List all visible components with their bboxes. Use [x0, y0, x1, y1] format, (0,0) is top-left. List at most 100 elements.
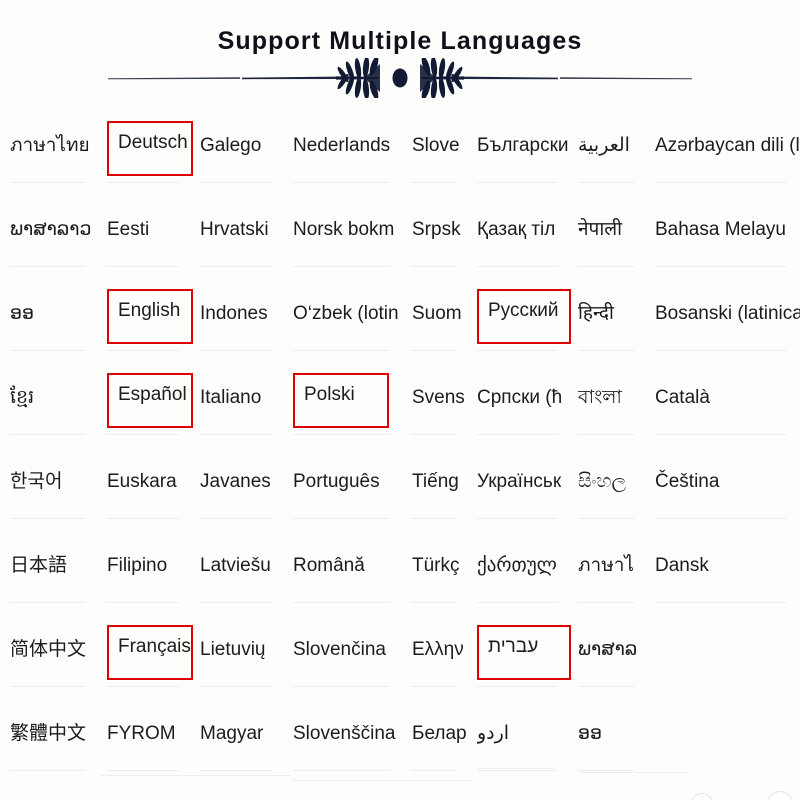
language-label: Српски (ћ [477, 387, 563, 408]
language-option[interactable]: Українськ [477, 448, 571, 532]
language-option[interactable]: Norsk bokm [293, 196, 403, 280]
language-selection-screen: Support Multiple Languages ภาษาไทย Deuts… [0, 0, 800, 800]
language-label: Nederlands [293, 135, 391, 156]
language-label: हिन्दी [578, 303, 614, 324]
language-option[interactable]: ქართულ [477, 532, 571, 616]
cell-separator [477, 518, 557, 519]
language-option[interactable]: Eesti [107, 196, 193, 280]
language-option[interactable]: Galego [200, 112, 286, 196]
language-label: Қазақ тіл [477, 219, 556, 240]
language-label: Tiếng [412, 471, 459, 492]
language-option[interactable]: বাংলা [578, 364, 648, 448]
language-label: English [118, 300, 181, 321]
page-title: Support Multiple Languages [217, 27, 583, 55]
language-option[interactable]: Bosanski (latinica [655, 280, 800, 364]
cell-separator [578, 266, 634, 267]
language-label: ภาษาไ [578, 555, 634, 576]
language-option[interactable]: ອອ [10, 280, 98, 364]
language-option[interactable]: Tiếng [412, 448, 470, 532]
language-option[interactable]: Français [107, 616, 193, 700]
language-option[interactable]: Polski [293, 364, 403, 448]
cell-separator [655, 266, 786, 267]
language-option[interactable]: Bahasa Melayu [655, 196, 800, 280]
language-option[interactable]: Català [655, 364, 800, 448]
language-option[interactable]: 日本語 [10, 532, 98, 616]
cell-separator [412, 350, 456, 351]
language-option[interactable]: Filipino [107, 532, 193, 616]
language-option[interactable]: हिन्दी [578, 280, 648, 364]
language-option[interactable]: ພາສາລາວ [10, 196, 98, 280]
language-option[interactable]: العربية [578, 112, 648, 196]
language-option[interactable]: Magyar [200, 700, 286, 784]
cell-separator [107, 434, 179, 435]
language-option[interactable]: नेपाली [578, 196, 648, 280]
cell-separator [477, 434, 557, 435]
language-option[interactable]: Srpsk [412, 196, 470, 280]
language-grid: ภาษาไทย Deutsch Galego Nederlands Slove Бълга… [0, 112, 800, 800]
language-option[interactable]: ខ្មែរ [10, 364, 98, 448]
language-option[interactable]: Azərbaycan dili (la [655, 112, 800, 196]
language-option[interactable]: Hrvatski [200, 196, 286, 280]
language-option[interactable]: 简体中文 [10, 616, 98, 700]
language-option[interactable]: Русский [477, 280, 571, 364]
language-option[interactable]: Indones [200, 280, 286, 364]
language-option[interactable]: Dansk [655, 532, 800, 616]
cell-separator [477, 266, 557, 267]
cell-separator [477, 686, 557, 687]
language-option[interactable]: Latviešu [200, 532, 286, 616]
language-option[interactable]: සිංහල [578, 448, 648, 532]
language-option[interactable]: Italiano [200, 364, 286, 448]
language-label: Norsk bokm [293, 219, 395, 240]
cell-separator [293, 686, 389, 687]
page-header: Support Multiple Languages [0, 0, 800, 110]
language-label: ქართულ [477, 555, 557, 576]
language-option[interactable]: 繁體中文 [10, 700, 98, 784]
cell-separator [655, 182, 786, 183]
language-label: සිංහල [578, 471, 626, 492]
language-option[interactable]: FYROM [107, 700, 193, 784]
language-option[interactable]: English [107, 280, 193, 364]
language-option[interactable]: Español [107, 364, 193, 448]
language-option[interactable]: Български [477, 112, 571, 196]
language-label: Română [293, 555, 365, 576]
language-option[interactable]: Nederlands [293, 112, 403, 196]
language-option[interactable]: Белар [412, 700, 470, 784]
language-option[interactable]: Javanes [200, 448, 286, 532]
cell-separator [578, 350, 634, 351]
language-option[interactable]: Ελλην [412, 616, 470, 700]
language-option[interactable]: Lietuvių [200, 616, 286, 700]
language-option[interactable]: Slovenščina [293, 700, 403, 784]
cell-separator [412, 434, 456, 435]
language-option[interactable]: Română [293, 532, 403, 616]
language-option[interactable]: Deutsch [107, 112, 193, 196]
language-option[interactable]: Euskara [107, 448, 193, 532]
cell-separator [293, 266, 389, 267]
language-option[interactable]: Српски (ћ [477, 364, 571, 448]
language-option[interactable]: Suom [412, 280, 470, 364]
language-option[interactable]: ภาษาไ [578, 532, 648, 616]
language-option[interactable]: O‘zbek (lotin [293, 280, 403, 364]
language-option[interactable]: Slovenčina [293, 616, 403, 700]
language-option[interactable]: Português [293, 448, 403, 532]
cell-separator [10, 266, 84, 267]
language-option[interactable]: Slove [412, 112, 470, 196]
language-option[interactable]: עברית [477, 616, 571, 700]
language-option[interactable]: ภาษาไทย [10, 112, 98, 196]
cell-separator [107, 518, 179, 519]
language-option[interactable]: Қазақ тіл [477, 196, 571, 280]
language-option[interactable]: Türkç [412, 532, 470, 616]
language-label: Français [118, 636, 191, 657]
language-label: Español [118, 384, 187, 405]
language-option[interactable]: ພາສາລ [578, 616, 648, 700]
language-label: اردو [477, 723, 510, 744]
language-option[interactable]: Čeština [655, 448, 800, 532]
language-label: Lietuvių [200, 639, 266, 660]
language-option[interactable]: Svens [412, 364, 470, 448]
cell-separator [10, 770, 84, 771]
language-label: Bosanski (latinica [655, 303, 800, 324]
bottom-clipped-separator [293, 780, 473, 781]
language-option[interactable]: 한국어 [10, 448, 98, 532]
cell-separator [578, 518, 634, 519]
language-label: ອອ [578, 723, 603, 744]
language-option[interactable]: اردو [477, 700, 571, 784]
